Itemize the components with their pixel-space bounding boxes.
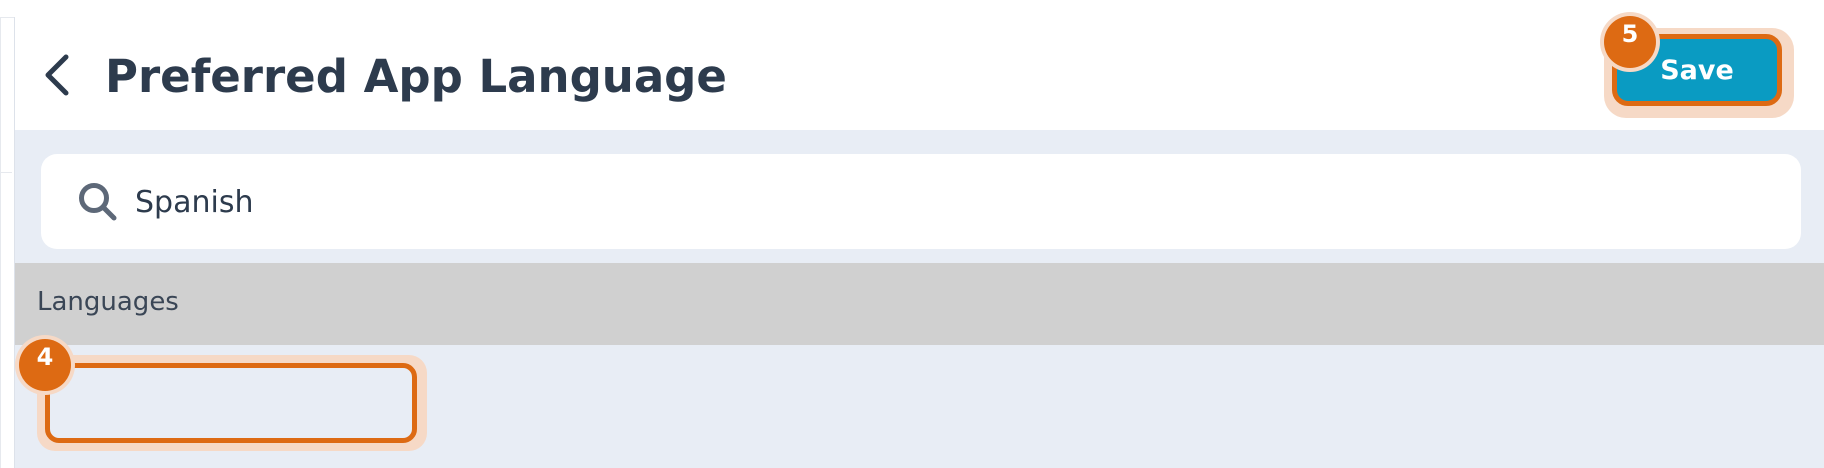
page-title: Preferred App Language <box>105 50 727 103</box>
step-badge: 4 <box>19 339 71 391</box>
section-label: Languages <box>37 287 179 317</box>
save-area: Save 5 <box>1604 16 1799 122</box>
panel-header: Preferred App Language <box>15 17 1824 130</box>
language-panel: Preferred App Language Languages 4 <box>14 17 1824 468</box>
background-divider <box>0 172 12 173</box>
search-bar[interactable] <box>41 154 1801 249</box>
language-result-item[interactable] <box>45 363 417 443</box>
search-input[interactable] <box>135 176 1735 228</box>
chevron-left-icon <box>45 54 69 96</box>
languages-section-header: Languages <box>15 263 1824 345</box>
search-icon <box>79 183 117 221</box>
background-divider <box>0 17 1 468</box>
step-badge: 5 <box>1604 16 1656 68</box>
screen: Preferred App Language Languages 4 Save … <box>0 0 1824 468</box>
back-button[interactable] <box>37 53 77 97</box>
